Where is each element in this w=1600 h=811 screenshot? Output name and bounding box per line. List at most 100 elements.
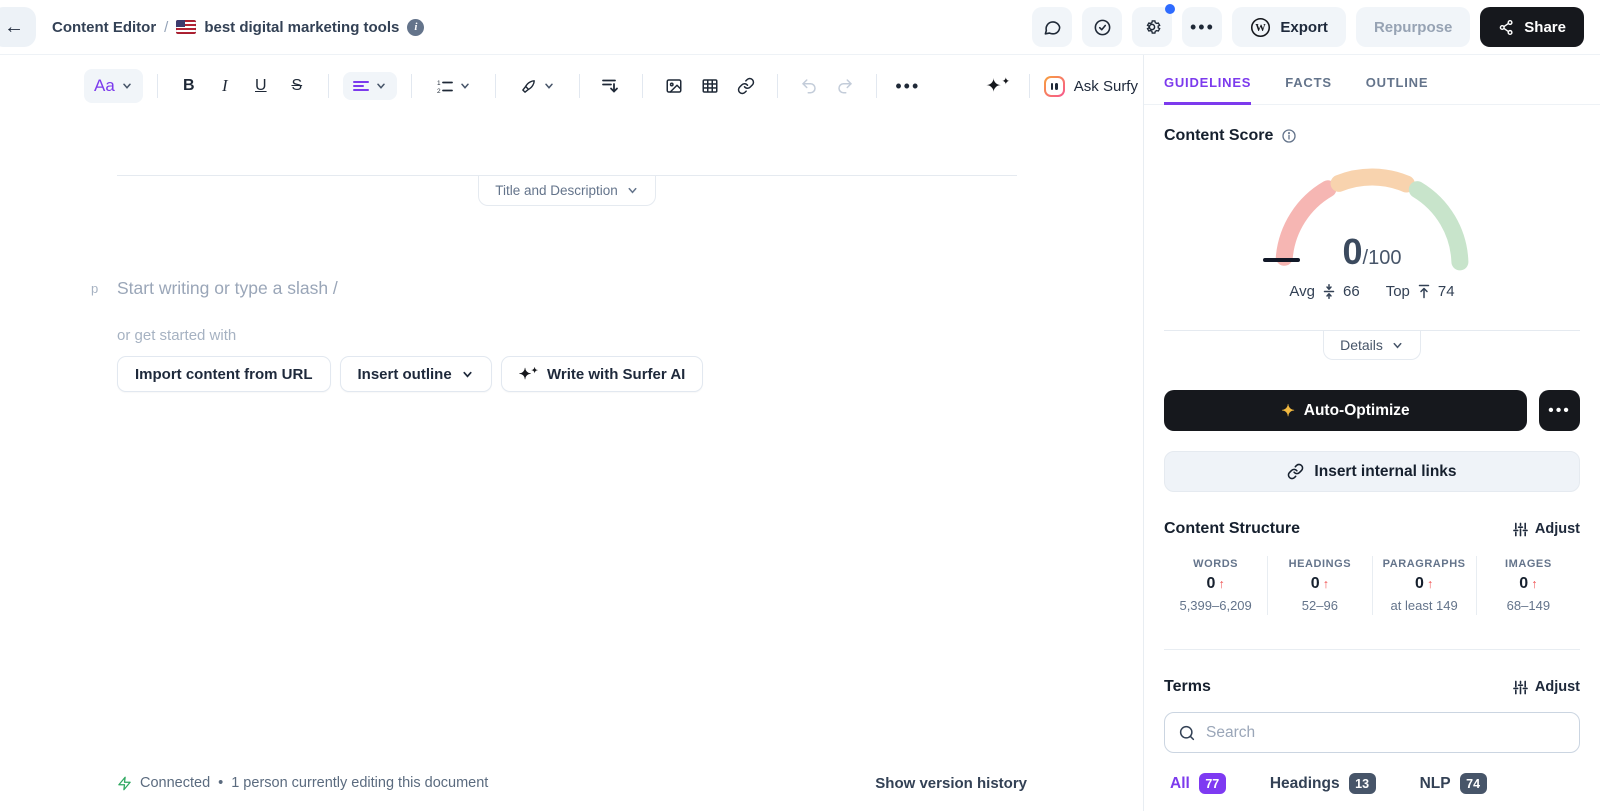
score-max: /100 xyxy=(1362,247,1402,269)
get-started-label: or get started with xyxy=(117,327,237,344)
avg-label: Avg xyxy=(1289,283,1315,300)
status-separator: • xyxy=(218,775,224,791)
structure-adjust-button[interactable]: Adjust xyxy=(1513,521,1580,537)
import-url-label: Import content from URL xyxy=(135,365,313,383)
comments-button[interactable] xyxy=(1032,7,1073,47)
list-dropdown[interactable]: 12 xyxy=(426,72,481,101)
editor-placeholder: Start writing or type a slash / xyxy=(117,278,338,298)
auto-optimize-button[interactable]: ✦ Auto-Optimize xyxy=(1164,390,1527,431)
breadcrumb-section[interactable]: Content Editor xyxy=(52,19,156,36)
search-icon xyxy=(1179,725,1195,740)
write-with-ai-button[interactable]: ✦✦ Write with Surfer AI xyxy=(500,356,704,392)
stat-range: 5,399–6,209 xyxy=(1179,598,1252,613)
header-more-button[interactable]: ••• xyxy=(1182,7,1223,47)
share-icon xyxy=(1499,19,1513,35)
toolbar-divider xyxy=(641,74,643,98)
ask-surfy-button[interactable]: Ask Surfy xyxy=(1043,75,1138,97)
style-pen-dropdown[interactable] xyxy=(510,71,565,102)
adjust-label: Adjust xyxy=(1534,521,1580,537)
toolbar-divider xyxy=(494,74,496,98)
toolbar-divider xyxy=(156,74,158,98)
stat-label: IMAGES xyxy=(1505,558,1552,570)
export-button[interactable]: W Export xyxy=(1232,7,1346,47)
bold-button[interactable]: B xyxy=(172,69,206,103)
show-version-history-link[interactable]: Show version history xyxy=(875,775,1027,792)
filter-label: All xyxy=(1170,774,1190,792)
content-structure-title: Content Structure xyxy=(1164,520,1300,537)
align-icon xyxy=(352,81,369,91)
redo-button[interactable] xyxy=(828,69,862,103)
more-icon: ••• xyxy=(895,76,921,96)
share-button[interactable]: Share xyxy=(1480,7,1584,47)
more-icon: ••• xyxy=(1189,17,1215,37)
import-url-button[interactable]: Import content from URL xyxy=(117,356,331,392)
insert-link-button[interactable] xyxy=(729,69,763,103)
avg-benchmark: Avg 66 xyxy=(1289,283,1359,300)
alignment-dropdown[interactable] xyxy=(342,72,397,100)
stat-range: 68–149 xyxy=(1506,598,1551,613)
sparkles-icon: ✦✦ xyxy=(985,75,1010,97)
insert-table-button[interactable] xyxy=(693,69,727,103)
tasks-button[interactable] xyxy=(1082,7,1123,47)
toolbar-divider xyxy=(578,74,580,98)
filter-all[interactable]: All 77 xyxy=(1170,773,1226,794)
tab-guidelines[interactable]: GUIDELINES xyxy=(1164,55,1252,105)
underline-button[interactable]: U xyxy=(244,69,278,103)
paragraph-marker: p xyxy=(91,281,99,296)
title-section-divider: Title and Description xyxy=(117,175,1017,206)
details-toggle[interactable]: Details xyxy=(1323,331,1421,360)
top-icon xyxy=(1418,284,1430,299)
toolbar-more-button[interactable]: ••• xyxy=(891,69,925,103)
connection-status: Connected • 1 person currently editing t… xyxy=(117,775,488,791)
toolbar-divider xyxy=(410,74,412,98)
filter-headings[interactable]: Headings 13 xyxy=(1270,773,1376,794)
terms-adjust-button[interactable]: Adjust xyxy=(1513,679,1580,695)
stat-range: 52–96 xyxy=(1301,598,1338,613)
insert-internal-links-button[interactable]: Insert internal links xyxy=(1164,451,1580,492)
ai-tools-button[interactable]: ✦✦ xyxy=(981,69,1015,103)
svg-text:2: 2 xyxy=(437,88,441,94)
status-bar: Connected • 1 person currently editing t… xyxy=(0,755,1143,811)
undo-button[interactable] xyxy=(792,69,826,103)
tab-outline[interactable]: OUTLINE xyxy=(1366,55,1429,105)
stat-value: 0 xyxy=(1415,575,1424,592)
filter-label: Headings xyxy=(1269,774,1340,792)
filter-nlp[interactable]: NLP 74 xyxy=(1420,773,1487,794)
avg-icon xyxy=(1323,284,1335,299)
text-style-dropdown[interactable]: Aa xyxy=(84,69,143,103)
toolbar-divider xyxy=(1028,74,1030,98)
write-with-ai-label: Write with Surfer AI xyxy=(546,365,686,383)
terms-search-input[interactable] xyxy=(1206,723,1566,742)
title-description-toggle[interactable]: Title and Description xyxy=(478,176,656,206)
tab-facts[interactable]: FACTS xyxy=(1285,55,1332,105)
chevron-down-icon xyxy=(461,83,469,89)
settings-button[interactable] xyxy=(1132,4,1176,47)
start-actions: Import content from URL Insert outline ✦… xyxy=(117,356,1017,392)
comment-icon xyxy=(1044,20,1061,35)
editor-canvas[interactable]: Title and Description p Start writing or… xyxy=(0,117,1143,755)
repurpose-button[interactable]: Repurpose xyxy=(1355,7,1471,47)
info-icon[interactable] xyxy=(1281,128,1297,144)
stat-range: at least 149 xyxy=(1390,598,1458,613)
surfy-icon xyxy=(1043,75,1065,97)
increase-arrow-icon: ↑ xyxy=(1322,577,1329,591)
sparkles-icon: ✦✦ xyxy=(518,365,538,383)
strikethrough-button[interactable]: S xyxy=(280,69,314,103)
terms-search[interactable] xyxy=(1164,712,1580,753)
check-circle-icon xyxy=(1094,19,1111,35)
text-style-label: Aa xyxy=(94,76,115,95)
insert-outline-button[interactable]: Insert outline xyxy=(339,356,492,392)
optimize-more-button[interactable]: ••• xyxy=(1539,390,1580,431)
stat-value: 0 xyxy=(1519,575,1529,592)
content-score-gauge: 0/100 xyxy=(1164,153,1580,275)
insert-block-button[interactable] xyxy=(594,69,628,103)
paragraph-row[interactable]: p Start writing or type a slash / xyxy=(91,278,1017,299)
italic-button[interactable]: I xyxy=(208,69,242,103)
filter-label: NLP xyxy=(1419,774,1451,792)
back-button[interactable]: ← xyxy=(0,7,36,47)
insert-image-button[interactable] xyxy=(657,69,691,103)
details-label: Details xyxy=(1340,337,1383,353)
info-icon[interactable]: i xyxy=(407,18,425,36)
score-value: 0 xyxy=(1342,231,1363,272)
document-title[interactable]: best digital marketing tools xyxy=(204,19,399,36)
